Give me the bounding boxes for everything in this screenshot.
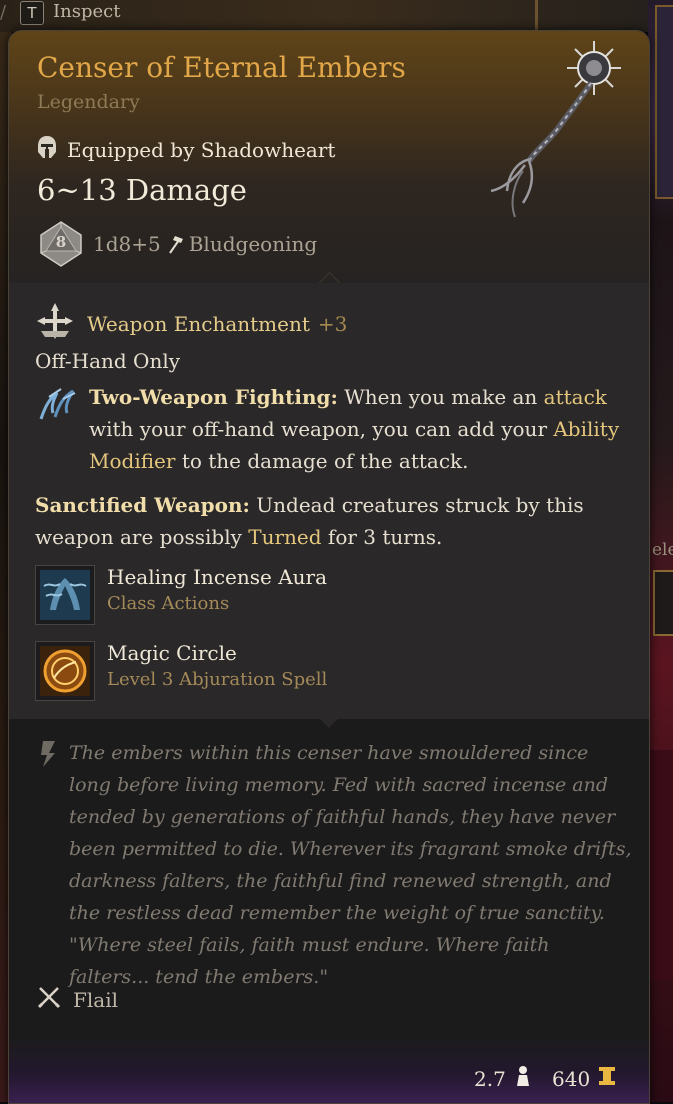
item-name: Censer of Eternal Embers — [37, 51, 406, 84]
tooltip-header: Censer of Eternal Embers Legendary Equip… — [9, 31, 649, 284]
sanctified-text-2: for 3 turns. — [321, 525, 443, 549]
item-tooltip: Censer of Eternal Embers Legendary Equip… — [8, 30, 650, 1104]
inspect-keybind: T — [20, 1, 44, 25]
enchantment-icon — [35, 301, 75, 346]
lore-text: The embers within this censer have smoul… — [69, 742, 632, 988]
item-rarity: Legendary — [37, 91, 140, 113]
equipped-by: Equipped by Shadowheart — [37, 135, 335, 164]
spell-name: Healing Incense Aura — [107, 565, 327, 589]
inspect-label: Inspect — [53, 1, 121, 22]
background-partial-text: ele — [652, 540, 673, 560]
sanctified-title: Sanctified Weapon: — [35, 493, 250, 517]
off-hand-only: Off-Hand Only — [35, 349, 181, 373]
sanctified-weapon: Sanctified Weapon: Undead creatures stru… — [35, 489, 615, 553]
damage-detail: 8 1d8+5 Bludgeoning — [39, 221, 317, 267]
enchantment-bonus: +3 — [317, 311, 348, 336]
equipped-by-text: Equipped by Shadowheart — [67, 137, 336, 162]
gold-coin-icon — [598, 1065, 616, 1092]
twf-title: Two-Weapon Fighting: — [89, 385, 338, 409]
helmet-icon — [37, 135, 57, 164]
hammer-icon — [167, 234, 185, 254]
background-slot-frame — [653, 570, 673, 636]
weapon-type-label: Flail — [73, 987, 118, 1012]
twf-text-2: with your off-hand weapon, you can add y… — [89, 417, 554, 441]
d8-die-icon: 8 — [39, 221, 83, 267]
censer-weapon-icon — [479, 31, 649, 241]
background-red-panel — [648, 750, 673, 980]
attack-keyword[interactable]: attack — [544, 385, 607, 409]
weight-icon — [514, 1065, 532, 1092]
spell-name: Magic Circle — [107, 641, 237, 665]
weapon-enchantment: Weapon Enchantment +3 — [35, 301, 347, 346]
price-value: 640 — [552, 1066, 591, 1091]
lore-section: The embers within this censer have smoul… — [9, 708, 649, 1103]
twf-text-1: When you make an — [337, 385, 544, 409]
damage-dice: 1d8+5 — [93, 232, 161, 256]
die-face: 8 — [55, 233, 67, 251]
divider — [535, 0, 538, 32]
inspect-hint[interactable]: / T Inspect — [0, 0, 140, 26]
turned-keyword[interactable]: Turned — [248, 525, 321, 549]
properties-section: Weapon Enchantment +3 Off-Hand Only Two-W… — [9, 283, 649, 719]
spell-subtitle: Class Actions — [107, 593, 230, 614]
weapon-type: Flail — [37, 985, 118, 1014]
enchantment-label: Weapon Enchantment — [87, 311, 310, 336]
magic-circle-icon — [35, 641, 95, 701]
two-weapon-fighting-icon — [35, 385, 79, 425]
background-portrait-frame — [655, 5, 673, 199]
background-right-edge: ele — [648, 0, 673, 1102]
twf-text-3: to the damage of the attack. — [175, 449, 469, 473]
damage-range: 6~13 Damage — [37, 173, 247, 207]
damage-type: Bludgeoning — [188, 232, 318, 256]
incense-aura-icon — [35, 565, 95, 625]
scroll-icon — [37, 739, 59, 769]
item-price: 640 — [552, 1065, 616, 1092]
crossed-swords-icon — [37, 985, 61, 1014]
weight-value: 2.7 — [474, 1066, 506, 1091]
spell-healing-incense-aura[interactable]: Healing Incense Aura Class Actions — [35, 565, 327, 625]
tab-separator: / — [0, 2, 7, 23]
spell-subtitle: Level 3 Abjuration Spell — [107, 669, 328, 690]
spell-magic-circle[interactable]: Magic Circle Level 3 Abjuration Spell — [35, 641, 327, 701]
item-weight: 2.7 — [474, 1065, 532, 1092]
tooltip-footer: 2.7 640 — [9, 1039, 649, 1103]
